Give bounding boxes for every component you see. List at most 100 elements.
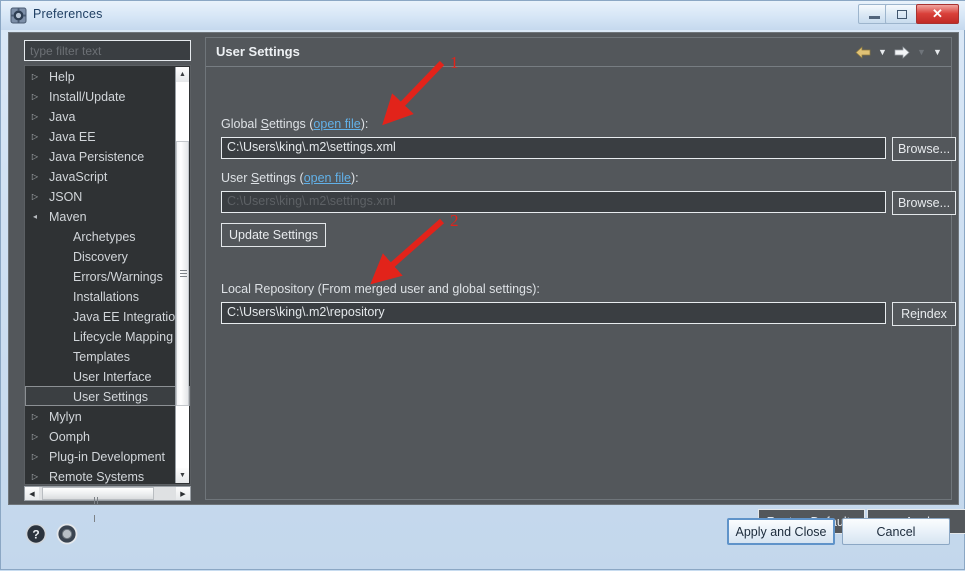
user-settings-browse-button[interactable]: Browse... — [892, 191, 956, 215]
expander-collapsed-icon[interactable]: ▷ — [27, 87, 43, 106]
preferences-icon — [10, 7, 27, 24]
reindex-button[interactable]: Re i ndex — [892, 302, 956, 326]
sidebar-item-help[interactable]: ▷ Help — [25, 66, 190, 86]
sidebar-item-label: Discovery — [73, 249, 128, 264]
scroll-left-icon[interactable]: ◀ — [25, 487, 39, 500]
user-settings-form: Global Settings (open file): C:\Users\ki… — [206, 67, 965, 534]
sidebar-item-remote-systems[interactable]: ▷ Remote Systems — [25, 466, 190, 484]
scroll-grip-icon — [180, 269, 187, 278]
back-arrow-icon[interactable] — [854, 45, 872, 59]
sidebar-item-label: JavaScript — [49, 169, 108, 184]
sidebar-item-label: Install/Update — [49, 89, 126, 104]
expander-collapsed-icon[interactable]: ▷ — [27, 447, 43, 466]
expander-collapsed-icon[interactable]: ▷ — [27, 427, 43, 446]
local-repository-field[interactable]: C:\Users\king\.m2\repository — [221, 302, 886, 324]
sidebar-item-javascript[interactable]: ▷ JavaScript — [25, 166, 190, 186]
user-settings-label-rest: ettings ( — [259, 171, 304, 185]
dialog-body: type filter text ▷ Help ▷ Install/Update ▷ Ja… — [8, 32, 965, 534]
sidebar-item-label: Templates — [73, 349, 130, 364]
sidebar-item-java-ee-integration[interactable]: Java EE Integration — [25, 306, 190, 326]
expander-collapsed-icon[interactable]: ▷ — [27, 167, 43, 186]
global-settings-field[interactable]: C:\Users\king\.m2\settings.xml — [221, 137, 886, 159]
sidebar-item-archetypes[interactable]: Archetypes — [25, 226, 190, 246]
global-settings-browse-button[interactable]: Browse... — [892, 137, 956, 161]
sidebar-item-user-settings[interactable]: User Settings — [25, 386, 190, 406]
title-bar: Preferences ✕ — [1, 1, 965, 30]
expander-collapsed-icon[interactable]: ▷ — [27, 147, 43, 166]
expander-collapsed-icon[interactable]: ▷ — [27, 67, 43, 86]
tree-vertical-scrollbar[interactable]: ▲ ▼ — [175, 67, 189, 483]
reindex-rest: ndex — [919, 307, 947, 321]
user-settings-label-suffix: ): — [350, 171, 359, 185]
scroll-grip-icon — [94, 491, 102, 522]
sidebar-item-label: Archetypes — [73, 229, 136, 244]
scroll-down-icon[interactable]: ▼ — [176, 468, 189, 483]
sidebar-item-label: Help — [49, 69, 75, 84]
sidebar-item-label: Plug-in Development — [49, 449, 166, 464]
expander-collapsed-icon[interactable]: ▷ — [27, 407, 43, 426]
maximize-button[interactable] — [885, 4, 918, 24]
filter-input[interactable]: type filter text — [24, 40, 191, 61]
global-settings-label-mnemonic: S — [260, 117, 269, 131]
apply-and-close-button[interactable]: Apply and Close — [727, 518, 835, 545]
sidebar-item-mylyn[interactable]: ▷ Mylyn — [25, 406, 190, 426]
horizontal-scroll-thumb[interactable] — [42, 487, 154, 522]
scroll-up-icon[interactable]: ▲ — [176, 67, 189, 82]
close-button[interactable]: ✕ — [916, 4, 959, 24]
sidebar-item-errors-warnings[interactable]: Errors/Warnings — [25, 266, 190, 286]
sidebar-item-label: Oomph — [49, 429, 90, 444]
close-icon: ✕ — [932, 6, 943, 21]
update-settings-button[interactable]: Update Settings — [221, 223, 326, 247]
user-settings-label-mnemonic: S — [250, 171, 260, 185]
sidebar-item-json[interactable]: ▷ JSON — [25, 186, 190, 206]
sidebar-item-label: JSON — [49, 189, 83, 204]
tree-item-list: ▷ Help ▷ Install/Update ▷ Java ▷ Java EE ▷ Java P… — [25, 66, 190, 484]
sidebar-item-installations[interactable]: Installations — [25, 286, 190, 306]
sidebar-item-install-update[interactable]: ▷ Install/Update — [25, 86, 190, 106]
sidebar-item-label: Java EE Integration — [73, 309, 183, 324]
sidebar-item-label: Java Persistence — [49, 149, 145, 164]
sidebar-item-maven[interactable]: ◂ Maven — [25, 206, 190, 226]
cancel-button[interactable]: Cancel — [842, 518, 950, 545]
svg-text:?: ? — [32, 528, 39, 542]
sidebar-item-lifecycle-mapping[interactable]: Lifecycle Mapping — [25, 326, 190, 346]
forward-arrow-icon[interactable] — [893, 45, 911, 59]
global-settings-label-prefix: Global — [221, 117, 261, 131]
expander-collapsed-icon[interactable]: ▷ — [27, 467, 43, 484]
sidebar-item-label: Java — [49, 109, 76, 124]
sidebar-item-java[interactable]: ▷ Java — [25, 106, 190, 126]
preferences-tree[interactable]: ▷ Help ▷ Install/Update ▷ Java ▷ Java EE ▷ Java P… — [24, 65, 191, 485]
sidebar-item-label: User Interface — [73, 369, 152, 384]
forward-history-chevron-down-icon: ▼ — [917, 47, 926, 57]
panel-header: User Settings ▼ ▼ ▼ — [206, 38, 951, 67]
back-history-chevron-down-icon[interactable]: ▼ — [877, 45, 888, 59]
sidebar-item-user-interface[interactable]: User Interface — [25, 366, 190, 386]
global-settings-label-suffix: ): — [360, 117, 369, 131]
user-settings-open-file-link[interactable]: open file — [304, 171, 351, 185]
tree-horizontal-scrollbar[interactable]: ◀ ▶ — [24, 486, 191, 522]
sidebar-item-templates[interactable]: Templates — [25, 346, 190, 366]
user-settings-label: User Settings (open file): — [221, 171, 359, 185]
expander-expanded-icon[interactable]: ◂ — [27, 207, 43, 226]
sidebar-item-java-persistence[interactable]: ▷ Java Persistence — [25, 146, 190, 166]
view-menu-chevron-down-icon[interactable]: ▼ — [932, 45, 943, 59]
expander-collapsed-icon[interactable]: ▷ — [27, 127, 43, 146]
expander-collapsed-icon[interactable]: ▷ — [27, 107, 43, 126]
scroll-right-icon[interactable]: ▶ — [176, 487, 190, 500]
sidebar-item-oomph[interactable]: ▷ Oomph — [25, 426, 190, 446]
sidebar-item-java-ee[interactable]: ▷ Java EE — [25, 126, 190, 146]
sidebar-item-label: Installations — [73, 289, 140, 304]
local-repository-label: Local Repository (From merged user and g… — [221, 282, 540, 296]
expander-collapsed-icon[interactable]: ▷ — [27, 187, 43, 206]
sidebar-item-discovery[interactable]: Discovery — [25, 246, 190, 266]
reindex-prefix: Re — [901, 307, 918, 321]
config-circle-icon[interactable] — [56, 523, 78, 545]
maximize-icon — [886, 5, 917, 23]
sidebar-item-label: Remote Systems — [49, 469, 145, 484]
global-settings-open-file-link[interactable]: open file — [313, 117, 360, 131]
sidebar-item-plug-in-development[interactable]: ▷ Plug-in Development — [25, 446, 190, 466]
preferences-window: Preferences ✕ type filter text ▷ Help ▷ Ins… — [0, 0, 965, 570]
user-settings-field[interactable]: C:\Users\king\.m2\settings.xml — [221, 191, 886, 213]
vertical-scroll-thumb[interactable] — [176, 141, 189, 406]
question-mark-icon[interactable]: ? — [25, 523, 47, 545]
